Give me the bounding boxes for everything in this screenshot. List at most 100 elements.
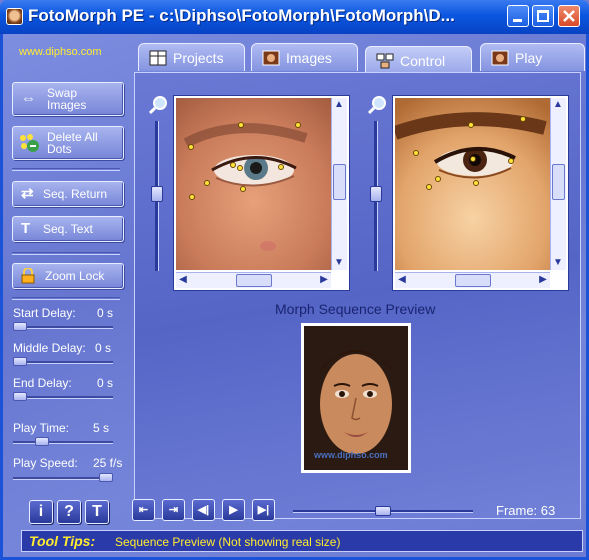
scroll-thumb[interactable] xyxy=(236,274,272,287)
scroll-right-icon[interactable]: ▶ xyxy=(536,273,550,287)
zoom-thumb[interactable] xyxy=(370,186,382,202)
zoom-slider-right[interactable] xyxy=(370,121,382,271)
end-delay-slider[interactable] xyxy=(13,392,113,401)
slider-thumb[interactable] xyxy=(13,357,27,366)
start-delay-value: 0 s xyxy=(97,306,114,320)
swap-arrows-icon: ⇔ xyxy=(21,90,36,107)
goto-start-frame-button[interactable]: ⇤ xyxy=(132,499,155,521)
title-bar[interactable]: FotoMorph PE - c:\Diphso\FotoMorph\FotoM… xyxy=(0,0,589,34)
maximize-button[interactable] xyxy=(532,5,554,27)
seq-text-label: Seq. Text xyxy=(43,222,93,236)
start-delay-slider[interactable] xyxy=(13,322,113,331)
source-vertical-scrollbar[interactable]: ▲ ▼ xyxy=(331,98,347,270)
morph-dot[interactable] xyxy=(278,164,284,170)
morph-dot[interactable] xyxy=(189,194,195,200)
morph-dot[interactable] xyxy=(188,144,194,150)
play-time-slider[interactable] xyxy=(13,437,113,446)
morph-dot[interactable] xyxy=(508,158,514,164)
slider-thumb[interactable] xyxy=(13,392,27,401)
tooltips-toggle-button[interactable]: T xyxy=(85,500,109,524)
morph-dot[interactable] xyxy=(237,165,243,171)
zoom-lock-button[interactable]: Zoom Lock xyxy=(12,263,124,289)
tab-projects[interactable]: Projects xyxy=(138,43,245,71)
morph-dot[interactable] xyxy=(426,184,432,190)
previous-frame-button[interactable]: ◀| xyxy=(192,499,215,521)
seq-return-button[interactable]: ⇄ Seq. Return xyxy=(12,181,124,207)
middle-delay-text: Middle Delay: xyxy=(13,341,86,355)
close-icon xyxy=(563,10,575,22)
morph-dot[interactable] xyxy=(240,186,246,192)
play-speed-label: Play Speed: 25 f/s xyxy=(13,456,122,470)
tab-images[interactable]: Images xyxy=(251,43,358,71)
source-image[interactable] xyxy=(176,98,331,270)
slider-thumb[interactable] xyxy=(35,437,49,446)
text-icon: T xyxy=(21,220,31,237)
seq-return-label: Seq. Return xyxy=(43,187,108,201)
scroll-right-icon[interactable]: ▶ xyxy=(317,273,331,287)
tab-label: Projects xyxy=(173,50,224,66)
website-link[interactable]: www.diphso.com xyxy=(19,46,102,58)
swap-images-button[interactable]: ⇔ Swap Images xyxy=(12,82,124,116)
scroll-down-icon[interactable]: ▼ xyxy=(551,256,565,270)
morph-dot[interactable] xyxy=(204,180,210,186)
text-icon: T xyxy=(92,503,102,520)
middle-delay-value: 0 s xyxy=(95,341,112,355)
source-face-image xyxy=(176,98,331,270)
morph-dot[interactable] xyxy=(238,122,244,128)
swap-images-label: Swap Images xyxy=(47,86,87,112)
slider-thumb[interactable] xyxy=(99,473,113,482)
zoom-left-icon[interactable] xyxy=(149,95,169,115)
seq-text-button[interactable]: T Seq. Text xyxy=(12,216,124,242)
play-time-text: Play Time: xyxy=(13,421,70,435)
morph-dot[interactable] xyxy=(470,156,476,162)
minimize-button[interactable] xyxy=(507,5,529,27)
help-button[interactable]: ? xyxy=(57,500,81,524)
close-button[interactable] xyxy=(558,5,580,27)
play-speed-slider[interactable] xyxy=(13,473,113,482)
frame-slider[interactable] xyxy=(293,506,473,516)
scroll-up-icon[interactable]: ▲ xyxy=(332,98,346,112)
scroll-left-icon[interactable]: ◀ xyxy=(395,273,409,287)
morph-dot[interactable] xyxy=(520,116,526,122)
goto-end-frame-button[interactable]: ⇥ xyxy=(162,499,185,521)
scroll-thumb[interactable] xyxy=(552,164,565,200)
target-image[interactable] xyxy=(395,98,550,270)
morph-dot[interactable] xyxy=(230,162,236,168)
morph-dot[interactable] xyxy=(435,176,441,182)
zoom-right-icon[interactable] xyxy=(368,95,388,115)
return-arrows-icon: ⇄ xyxy=(21,185,34,202)
source-image-box: ▲ ▼ ◀ ▶ xyxy=(173,95,350,291)
delete-all-dots-button[interactable]: Delete All Dots xyxy=(12,126,124,160)
end-delay-value: 0 s xyxy=(97,376,114,390)
scroll-up-icon[interactable]: ▲ xyxy=(551,98,565,112)
play-button[interactable]: ▶ xyxy=(222,499,245,521)
morph-preview[interactable]: www.diphso.com xyxy=(301,323,411,473)
play-icon: ▶ xyxy=(229,504,238,516)
morph-dot[interactable] xyxy=(413,150,419,156)
scroll-thumb[interactable] xyxy=(455,274,491,287)
target-vertical-scrollbar[interactable]: ▲ ▼ xyxy=(550,98,566,270)
tab-play[interactable]: Play xyxy=(480,43,585,71)
morph-dot[interactable] xyxy=(473,180,479,186)
frame-slider-thumb[interactable] xyxy=(375,506,391,516)
tooltips-text: Sequence Preview (Not showing real size) xyxy=(115,535,341,549)
slider-thumb[interactable] xyxy=(13,322,27,331)
morph-dot[interactable] xyxy=(295,122,301,128)
tab-control[interactable]: Control xyxy=(365,46,472,73)
middle-delay-slider[interactable] xyxy=(13,357,113,366)
info-button[interactable]: i xyxy=(29,500,53,524)
client-area: www.diphso.com Projects Images Control P… xyxy=(0,34,589,560)
scroll-thumb[interactable] xyxy=(333,164,346,200)
scroll-left-icon[interactable]: ◀ xyxy=(176,273,190,287)
zoom-thumb[interactable] xyxy=(151,186,163,202)
zoom-slider-left[interactable] xyxy=(151,121,163,271)
images-icon xyxy=(262,50,280,66)
morph-dot[interactable] xyxy=(468,122,474,128)
divider xyxy=(12,297,120,300)
next-frame-button[interactable]: ▶| xyxy=(252,499,275,521)
play-tab-icon xyxy=(491,50,509,66)
scroll-down-icon[interactable]: ▼ xyxy=(332,256,346,270)
end-delay-text: End Delay: xyxy=(13,376,72,390)
target-horizontal-scrollbar[interactable]: ◀ ▶ xyxy=(395,272,550,288)
source-horizontal-scrollbar[interactable]: ◀ ▶ xyxy=(176,272,331,288)
